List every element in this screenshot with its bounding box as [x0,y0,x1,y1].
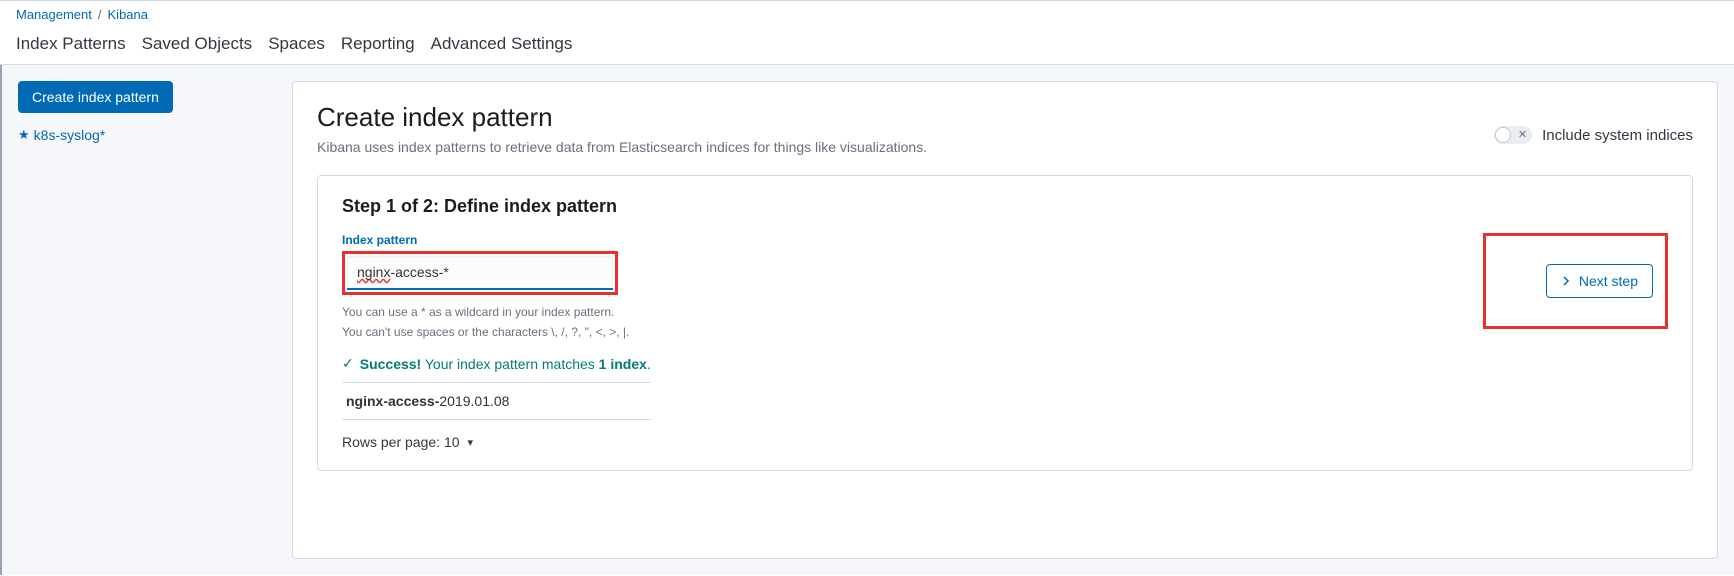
success-bold: 1 index [599,356,647,372]
include-system-indices-label: Include system indices [1542,127,1693,144]
next-step-button[interactable]: Next step [1546,264,1653,298]
highlight-input-box: nginx-access-* [342,251,618,295]
tab-index-patterns[interactable]: Index Patterns [16,26,126,64]
switch-knob [1495,127,1511,143]
breadcrumb-separator: / [98,7,102,22]
success-message: ✓ Success! Your index pattern matches 1 … [342,355,651,372]
help-text-chars: You can't use spaces or the characters \… [342,323,651,341]
match-suffix: 2019.01.08 [439,393,509,409]
sidebar-item-k8s-syslog[interactable]: ★ k8s-syslog* [18,127,276,143]
success-suffix: . [647,356,651,372]
step-title: Step 1 of 2: Define index pattern [342,196,1668,217]
input-value-prefix: nginx [357,264,390,280]
main-panel: Create index pattern Kibana uses index p… [292,81,1718,559]
create-index-pattern-button[interactable]: Create index pattern [18,81,173,113]
help-text-wildcard: You can use a * as a wildcard in your in… [342,303,651,321]
breadcrumb-parent[interactable]: Management [16,7,92,22]
include-system-indices-toggle[interactable]: ✕ [1494,126,1532,144]
page-title: Create index pattern [317,102,927,133]
success-mid: Your index pattern matches [421,356,598,372]
tab-reporting[interactable]: Reporting [341,26,415,64]
close-icon: ✕ [1518,128,1527,141]
index-pattern-input[interactable]: nginx-access-* [347,256,613,290]
rows-per-page-selector[interactable]: Rows per page: 10 ▾ [342,434,651,450]
sidebar-item-label: k8s-syslog* [34,127,106,143]
chevron-right-icon [1561,273,1571,289]
check-icon: ✓ [342,355,354,372]
chevron-down-icon: ▾ [468,436,474,449]
next-step-label: Next step [1579,273,1638,289]
sidebar: Create index pattern ★ k8s-syslog* [2,65,292,575]
breadcrumb: Management / Kibana [16,1,1718,26]
highlight-next-box: Next step [1483,233,1668,329]
tab-saved-objects[interactable]: Saved Objects [142,26,253,64]
input-value-suffix: -access-* [390,264,448,280]
star-icon: ★ [18,127,30,143]
breadcrumb-current[interactable]: Kibana [108,7,148,22]
step-panel: Step 1 of 2: Define index pattern Index … [317,175,1693,471]
index-pattern-field-label: Index pattern [342,233,651,247]
rows-per-page-label: Rows per page: 10 [342,434,460,450]
management-tabs: Index Patterns Saved Objects Spaces Repo… [16,26,1718,64]
match-item: nginx-access-2019.01.08 [342,382,651,420]
tab-spaces[interactable]: Spaces [268,26,325,64]
tab-advanced-settings[interactable]: Advanced Settings [431,26,573,64]
success-prefix: Success! [360,356,421,372]
match-list: nginx-access-2019.01.08 [342,382,651,420]
match-prefix: nginx-access- [346,393,439,409]
page-description: Kibana uses index patterns to retrieve d… [317,139,927,155]
